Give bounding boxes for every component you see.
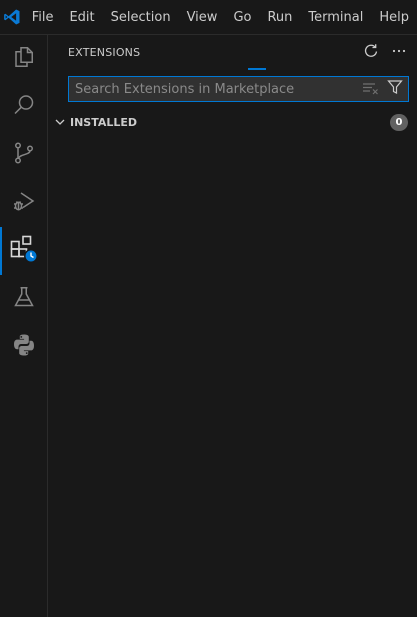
extensions-search-box <box>68 76 409 102</box>
python-icon <box>12 333 36 361</box>
refresh-icon <box>363 43 379 63</box>
vscode-logo-icon <box>0 0 24 35</box>
activity-python[interactable] <box>0 323 48 371</box>
menu-go[interactable]: Go <box>225 0 259 35</box>
sidebar-title: EXTENSIONS <box>68 46 141 59</box>
title-bar: File Edit Selection View Go Run Terminal… <box>0 0 417 35</box>
sidebar-header: EXTENSIONS <box>48 35 417 70</box>
activity-testing[interactable] <box>0 275 48 323</box>
chevron-down-icon <box>50 111 70 133</box>
extensions-search-input[interactable] <box>69 77 360 101</box>
header-actions <box>355 35 411 70</box>
activity-run-debug[interactable] <box>0 179 48 227</box>
ellipsis-icon <box>391 43 407 63</box>
menu-edit[interactable]: Edit <box>61 0 102 35</box>
extensions-sidebar: EXTENSIONS Search Extensions in Marketpl… <box>48 35 417 617</box>
menu-run[interactable]: Run <box>259 0 300 35</box>
search-icon <box>12 93 36 121</box>
menu-terminal[interactable]: Terminal <box>300 0 371 35</box>
clear-search-button[interactable] <box>360 78 382 100</box>
activity-bar <box>0 35 48 617</box>
progress-indicator <box>248 68 266 70</box>
installed-count-badge: 0 <box>390 114 408 131</box>
more-actions-button[interactable] <box>387 41 411 65</box>
installed-section-title: INSTALLED <box>70 115 138 129</box>
clear-filter-icon <box>362 80 380 99</box>
refresh-button[interactable] <box>359 41 383 65</box>
filter-icon <box>387 79 403 99</box>
extensions-icon <box>9 234 39 268</box>
menu-selection[interactable]: Selection <box>103 0 179 35</box>
run-debug-icon <box>12 189 36 217</box>
activity-source-control[interactable] <box>0 131 48 179</box>
source-control-icon <box>12 141 36 169</box>
installed-section-header[interactable]: INSTALLED 0 <box>48 111 417 133</box>
testing-icon <box>12 285 36 313</box>
menu-bar: File Edit Selection View Go Run Terminal… <box>24 0 417 35</box>
menu-help[interactable]: Help <box>371 0 417 35</box>
explorer-icon <box>12 45 36 73</box>
activity-explorer[interactable] <box>0 35 48 83</box>
menu-file[interactable]: File <box>24 0 62 35</box>
activity-search[interactable] <box>0 83 48 131</box>
activity-extensions[interactable] <box>0 227 48 275</box>
filter-button[interactable] <box>384 78 406 100</box>
menu-view[interactable]: View <box>179 0 226 35</box>
